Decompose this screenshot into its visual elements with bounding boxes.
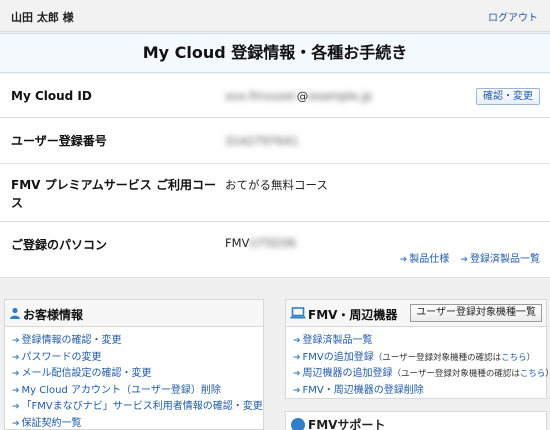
registration-number-label: ユーザー登録番号 xyxy=(11,134,107,148)
support-panel-title: FMVサポート xyxy=(308,418,386,430)
list-item[interactable]: ➔ 「FMVまなびナビ」サービス利用者情報の確認・変更 xyxy=(12,399,263,416)
note-text: （ユーザー登録対象機種の確認はこちら） xyxy=(373,352,536,363)
list-item[interactable]: ➔ FMV・周辺機器の登録削除 xyxy=(293,383,546,400)
logout-link[interactable]: ログアウト xyxy=(488,9,538,24)
add-peripheral-link[interactable]: 周辺機器の追加登録 xyxy=(303,368,393,379)
arrow-right-icon: ➔ xyxy=(293,369,301,379)
customer-info-header: お客様情報 xyxy=(5,300,263,327)
laptop-icon xyxy=(290,307,306,319)
list-item[interactable]: ➔ FMVの追加登録（ユーザー登録対象機種の確認はこちら） xyxy=(293,350,546,367)
list-item[interactable]: ➔ パスワードの変更 xyxy=(12,350,263,367)
customer-info-links: ➔ 登録情報の確認・変更 ➔ パスワードの変更 ➔ メール配信設定の確認・変更 ➔ My… xyxy=(5,327,263,430)
arrow-right-icon: ➔ xyxy=(293,336,301,346)
row-premium-course: FMV プレミアムサービス ご利用コース おてがる無料コース xyxy=(0,164,550,222)
support-icon xyxy=(291,418,305,430)
customer-info-panel: お客様情報 ➔ 登録情報の確認・変更 ➔ パスワードの変更 ➔ メール配信設定の確認・… xyxy=(4,299,264,430)
arrow-right-icon: ➔ xyxy=(12,369,20,379)
my-cloud-id-value: xxx-fmvuser@example.jp xyxy=(225,89,372,103)
arrow-right-icon: ➔ xyxy=(460,255,468,265)
customer-link[interactable]: パスワードの変更 xyxy=(22,352,102,363)
list-item[interactable]: ➔ 登録情報の確認・変更 xyxy=(12,333,263,350)
arrow-right-icon: ➔ xyxy=(399,255,408,265)
my-cloud-id-label: My Cloud ID xyxy=(11,89,92,103)
product-spec-link[interactable]: ➔ 製品仕様 xyxy=(400,254,450,265)
device-panel: FMV・周辺機器 ユーザー登録対象機種一覧 ➔ 登録済製品一覧 ➔ FMVの追加登録… xyxy=(285,299,550,400)
list-item[interactable]: ➔周辺機器の追加登録（ユーザー登録対象機種の確認はこちら） xyxy=(293,366,550,383)
page-title-band: My Cloud 登録情報・各種お手続き xyxy=(0,33,550,73)
note-text: （ユーザー登録対象機種の確認はこちら） xyxy=(392,369,550,379)
here-link[interactable]: こちら xyxy=(520,369,546,379)
pc-links: ➔ 製品仕様 ➔ 登録済製品一覧 xyxy=(392,250,540,265)
top-bar: 山田 太郎 様 ログアウト xyxy=(0,0,550,32)
registration-target-models-button[interactable]: ユーザー登録対象機種一覧 xyxy=(410,304,542,322)
row-registration-number: ユーザー登録番号 3142797641 xyxy=(0,118,550,164)
blurred-number-text: 3142797641 xyxy=(225,134,299,148)
customer-link[interactable]: 「FMVまなびナビ」サービス利用者情報の確認・変更 xyxy=(22,401,263,412)
support-panel: FMVサポート xyxy=(285,411,547,430)
premium-course-label: FMV プレミアムサービス ご利用コース xyxy=(11,178,216,210)
arrow-right-icon: ➔ xyxy=(293,352,301,363)
customer-info-title: お客様情報 xyxy=(23,308,84,322)
device-panel-header: FMV・周辺機器 ユーザー登録対象機種一覧 xyxy=(286,300,546,327)
premium-course-value: おてがる無料コース xyxy=(225,178,328,192)
registration-number-value: 3142797641 xyxy=(225,134,298,148)
blurred-domain-text: example.jp xyxy=(308,89,372,103)
blurred-id-text: xxx-fmvuser xyxy=(225,89,297,103)
account-info-table: My Cloud ID xxx-fmvuser@example.jp 確認・変更… xyxy=(0,74,550,278)
list-item[interactable]: ➔ My Cloud アカウント（ユーザー登録）削除 xyxy=(12,383,263,400)
customer-link[interactable]: My Cloud アカウント（ユーザー登録）削除 xyxy=(22,385,221,396)
registered-products-list-link[interactable]: 登録済製品一覧 xyxy=(303,335,373,346)
here-link[interactable]: こちら xyxy=(501,353,527,363)
delete-registration-link[interactable]: FMV・周辺機器の登録削除 xyxy=(303,385,424,396)
user-name: 山田 太郎 様 xyxy=(11,11,74,24)
registered-products-link[interactable]: ➔ 登録済製品一覧 xyxy=(460,254,540,265)
list-item[interactable]: ➔ メール配信設定の確認・変更 xyxy=(12,366,263,383)
arrow-right-icon: ➔ xyxy=(293,385,301,396)
registered-pc-value: FMVU75D36 xyxy=(225,236,296,250)
device-links: ➔ 登録済製品一覧 ➔ FMVの追加登録（ユーザー登録対象機種の確認はこちら） ➔ 周… xyxy=(286,327,550,400)
customer-link[interactable]: 保証契約一覧 xyxy=(22,418,82,429)
arrow-right-icon: ➔ xyxy=(12,402,20,412)
arrow-right-icon: ➔ xyxy=(12,336,20,346)
confirm-change-button[interactable]: 確認・変更 xyxy=(476,88,540,105)
add-fmv-link[interactable]: FMVの追加登録 xyxy=(303,352,374,363)
customer-link[interactable]: 登録情報の確認・変更 xyxy=(22,335,122,346)
list-item[interactable]: ➔ 登録済製品一覧 xyxy=(293,333,546,350)
row-registered-pc: ご登録のパソコン FMVU75D36 ➔ 製品仕様 ➔ 登録済製品一覧 xyxy=(0,222,550,278)
row-my-cloud-id: My Cloud ID xxx-fmvuser@example.jp 確認・変更 xyxy=(0,74,550,118)
blurred-model-text: U75D36 xyxy=(249,236,296,250)
id-at-sign: @ xyxy=(296,89,309,103)
page-title: My Cloud 登録情報・各種お手続き xyxy=(142,43,408,62)
arrow-right-icon: ➔ xyxy=(12,385,20,396)
customer-link[interactable]: メール配信設定の確認・変更 xyxy=(22,368,152,379)
arrow-right-icon: ➔ xyxy=(12,418,20,429)
arrow-right-icon: ➔ xyxy=(12,352,20,363)
person-icon xyxy=(10,307,20,319)
device-panel-title: FMV・周辺機器 xyxy=(308,308,398,322)
pc-model-prefix: FMV xyxy=(225,236,250,250)
registered-pc-label: ご登録のパソコン xyxy=(11,238,108,252)
list-item[interactable]: ➔ 保証契約一覧 xyxy=(12,416,263,430)
